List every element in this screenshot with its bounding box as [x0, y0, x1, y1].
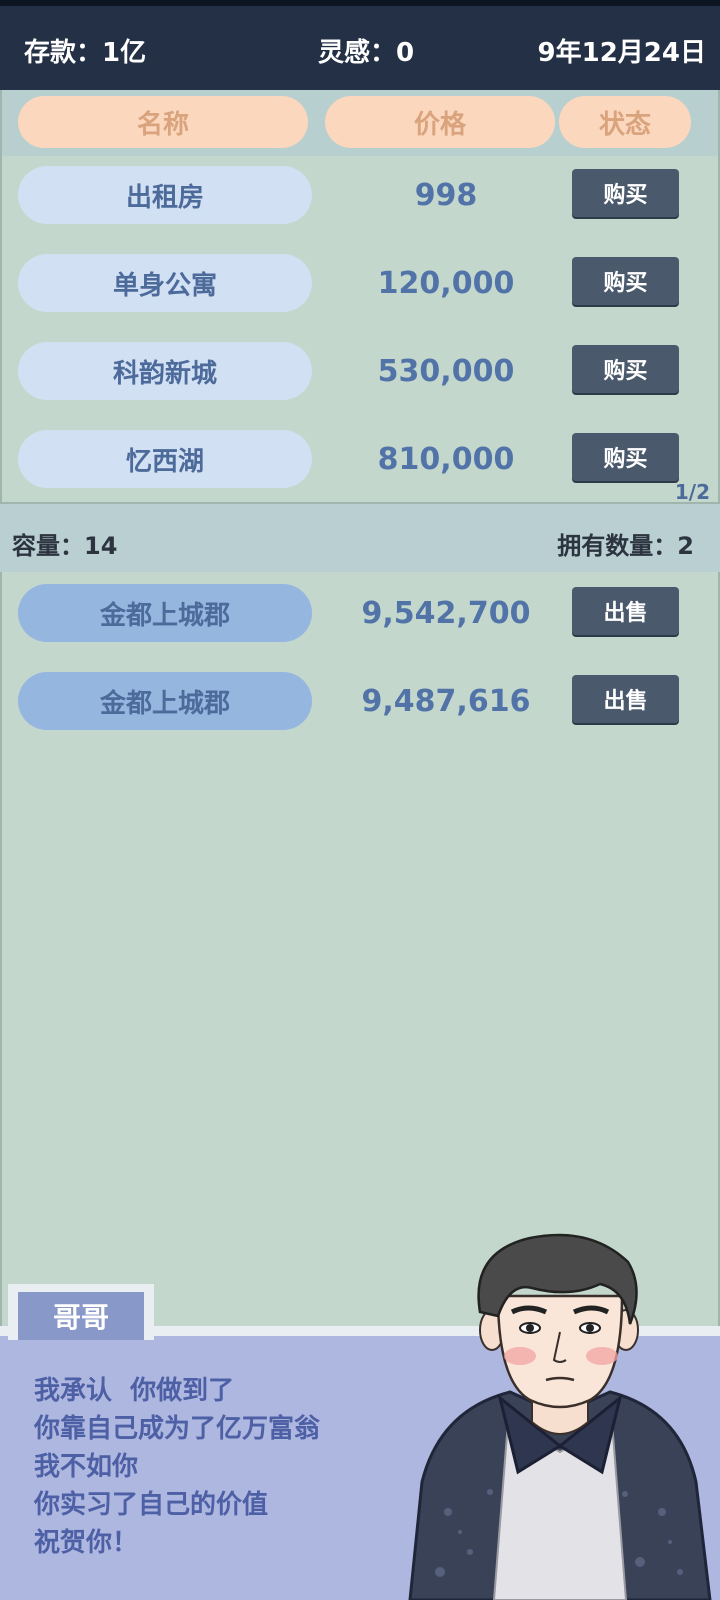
market-panel: 名称 价格 状态 出租房 998 购买 单身公寓 120,000 购买 科韵新城… — [0, 90, 720, 504]
capacity-label: 容量：14 — [12, 532, 118, 560]
inspiration-label: 灵感：0 — [318, 38, 415, 68]
brother-portrait — [408, 1233, 712, 1600]
owned-property-price: 9,542,700 — [361, 595, 531, 631]
top-status-bar: 存款：1亿 灵感：0 9年12月24日 — [0, 0, 720, 90]
owned-count-label: 拥有数量：2 — [557, 532, 694, 560]
buy-button[interactable]: 购买 — [572, 433, 679, 481]
sell-button[interactable]: 出售 — [572, 675, 679, 723]
property-name: 单身公寓 — [18, 254, 312, 312]
dialogue-line: 我承认 你做到了 — [34, 1376, 235, 1406]
property-price: 120,000 — [377, 265, 515, 301]
market-row: 科韵新城 530,000 购买 — [2, 342, 718, 400]
owned-property-price: 9,487,616 — [361, 683, 531, 719]
owned-property-name: 金都上城郡 — [18, 584, 312, 642]
dialogue-line: 你实习了自己的价值 — [34, 1490, 269, 1520]
property-price: 810,000 — [377, 441, 515, 477]
column-header-status: 状态 — [559, 96, 691, 148]
date-label: 9年12月24日 — [537, 38, 706, 68]
property-name: 科韵新城 — [18, 342, 312, 400]
deposit-label: 存款：1亿 — [24, 38, 147, 68]
market-row: 单身公寓 120,000 购买 — [2, 254, 718, 312]
market-row: 出租房 998 购买 — [2, 166, 718, 224]
owned-property-name: 金都上城郡 — [18, 672, 312, 730]
owned-summary-bar: 容量：14 拥有数量：2 — [0, 502, 720, 572]
dialogue-text: 我承认 你做到了 你靠自己成为了亿万富翁 我不如你 你实习了自己的价值 祝贺你！ — [34, 1372, 320, 1562]
market-header: 名称 价格 状态 — [2, 90, 718, 156]
market-row: 忆西湖 810,000 购买 — [2, 430, 718, 488]
dialogue-line: 你靠自己成为了亿万富翁 — [34, 1414, 321, 1444]
buy-button[interactable]: 购买 — [572, 169, 679, 217]
speaker-name: 哥哥 — [18, 1292, 144, 1340]
property-name: 忆西湖 — [18, 430, 312, 488]
dialogue-line: 祝贺你！ — [34, 1528, 139, 1558]
property-price: 998 — [414, 177, 478, 213]
buy-button[interactable]: 购买 — [572, 345, 679, 393]
owned-list: 金都上城郡 9,542,700 出售 金都上城郡 9,487,616 出售 — [0, 572, 720, 1332]
sell-button[interactable]: 出售 — [572, 587, 679, 635]
column-header-name: 名称 — [18, 96, 308, 148]
dialogue-line: 我不如你 — [34, 1452, 139, 1482]
property-price: 530,000 — [377, 353, 515, 389]
speaker-tab: 哥哥 — [8, 1284, 154, 1340]
owned-row: 金都上城郡 9,542,700 出售 — [2, 584, 718, 642]
column-header-price: 价格 — [325, 96, 555, 148]
owned-row: 金都上城郡 9,487,616 出售 — [2, 672, 718, 730]
property-name: 出租房 — [18, 166, 312, 224]
page-indicator[interactable]: 1/2 — [675, 480, 710, 504]
buy-button[interactable]: 购买 — [572, 257, 679, 305]
